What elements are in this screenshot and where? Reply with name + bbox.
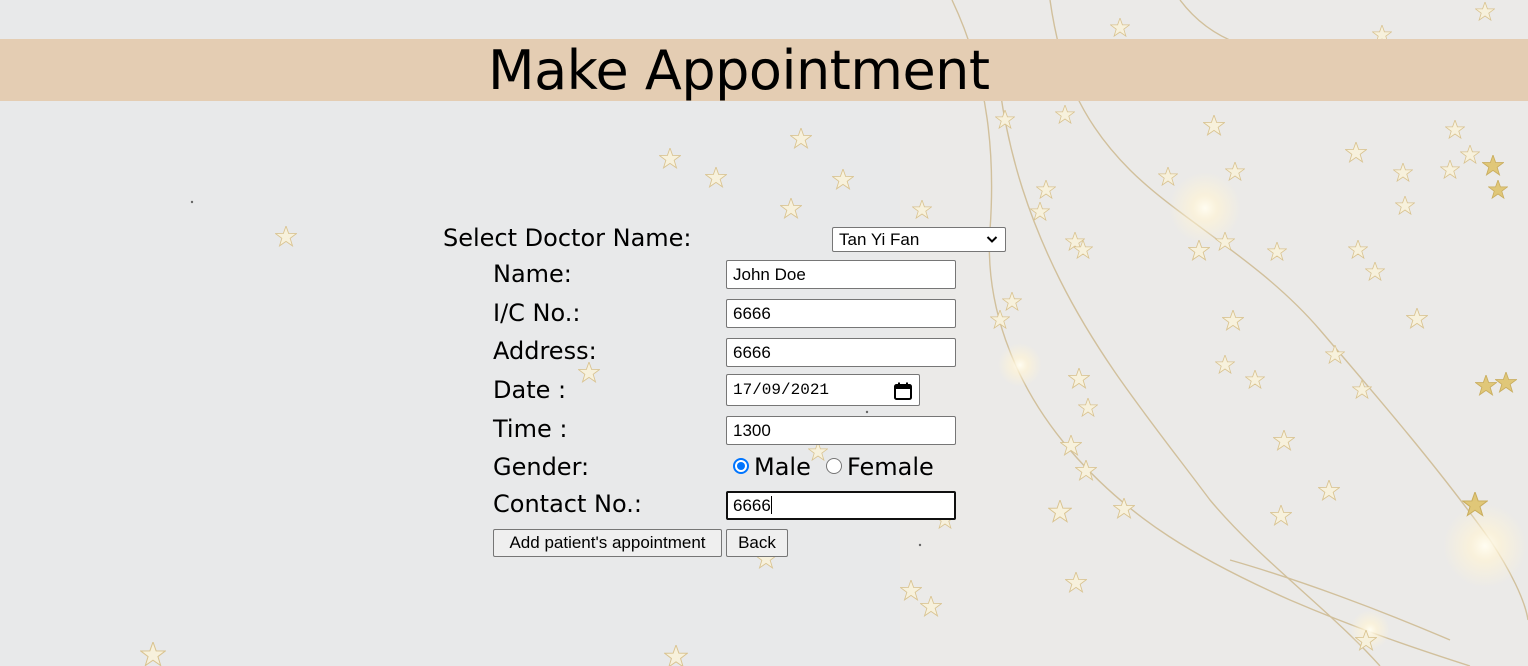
calendar-icon[interactable] bbox=[893, 381, 913, 401]
ic-label: I/C No.: bbox=[493, 299, 581, 327]
time-label: Time : bbox=[493, 415, 568, 443]
back-button[interactable]: Back bbox=[726, 529, 788, 557]
doctor-select-value: Tan Yi Fan bbox=[839, 230, 920, 249]
gender-label: Gender: bbox=[493, 453, 590, 481]
add-appointment-button[interactable]: Add patient's appointment bbox=[493, 529, 722, 557]
text-caret bbox=[770, 496, 772, 514]
contact-value: 6666 bbox=[733, 496, 771, 515]
gender-female-label[interactable]: Female bbox=[847, 452, 934, 482]
address-label: Address: bbox=[493, 337, 597, 365]
date-input[interactable]: 17/09/2021 bbox=[726, 374, 920, 406]
date-label: Date : bbox=[493, 376, 567, 404]
name-label: Name: bbox=[493, 260, 572, 288]
name-input[interactable]: John Doe bbox=[726, 260, 956, 289]
gender-male-label[interactable]: Male bbox=[754, 452, 811, 482]
doctor-label: Select Doctor Name: bbox=[443, 224, 692, 252]
gender-female-radio[interactable] bbox=[826, 458, 842, 474]
ic-input[interactable]: 6666 bbox=[726, 299, 956, 328]
chevron-down-icon bbox=[986, 236, 998, 243]
date-value: 17/09/2021 bbox=[733, 381, 830, 399]
doctor-select[interactable]: Tan Yi Fan bbox=[832, 227, 1006, 252]
contact-input[interactable]: 6666 bbox=[726, 491, 956, 520]
contact-label: Contact No.: bbox=[493, 490, 642, 518]
time-input[interactable]: 1300 bbox=[726, 416, 956, 445]
gender-male-radio[interactable] bbox=[733, 458, 749, 474]
page-title: Make Appointment bbox=[488, 39, 990, 102]
address-input[interactable]: 6666 bbox=[726, 338, 956, 367]
